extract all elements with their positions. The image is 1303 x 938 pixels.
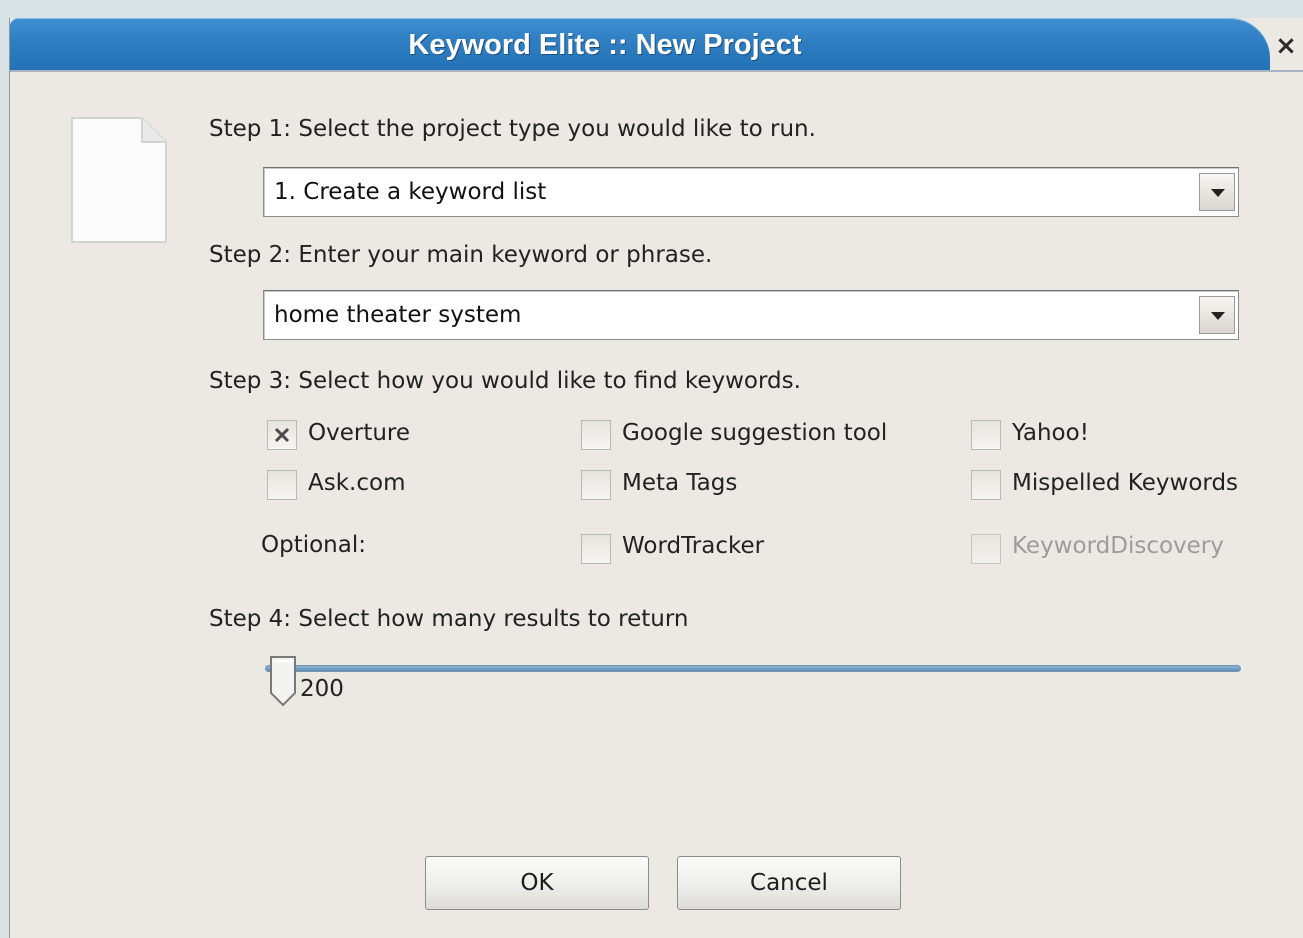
google-suggestion-label: Google suggestion tool: [622, 420, 888, 446]
title-bar-divider: [10, 70, 1303, 72]
step3-label: Step 3: Select how you would like to fin…: [209, 368, 801, 394]
yahoo-label: Yahoo!: [1012, 420, 1089, 446]
yahoo-checkbox[interactable]: [971, 420, 1001, 450]
optional-label: Optional:: [261, 532, 366, 558]
title-bar: Keyword Elite :: New Project: [10, 18, 1270, 70]
wordtracker-label: WordTracker: [622, 533, 765, 559]
wordtracker-checkbox[interactable]: [581, 534, 611, 564]
chevron-down-icon: [1211, 312, 1225, 320]
overture-checkbox[interactable]: [267, 420, 297, 450]
chevron-down-icon: [1211, 189, 1225, 197]
keyworddiscovery-checkbox[interactable]: [971, 534, 1001, 564]
mispelled-keywords-label: Mispelled Keywords: [1012, 470, 1239, 496]
ask-checkbox[interactable]: [267, 470, 297, 500]
ask-label: Ask.com: [308, 470, 406, 496]
project-type-value: 1. Create a keyword list: [274, 179, 547, 205]
close-button[interactable]: ×: [1268, 30, 1303, 62]
document-icon: [70, 116, 168, 244]
keyword-input[interactable]: home theater system: [263, 290, 1239, 340]
x-mark-icon: [274, 427, 290, 443]
step4-label: Step 4: Select how many results to retur…: [209, 606, 689, 632]
mispelled-keywords-checkbox[interactable]: [971, 470, 1001, 500]
keyworddiscovery-label: KeywordDiscovery: [1012, 533, 1224, 559]
new-project-dialog: Keyword Elite :: New Project × Step 1: S…: [9, 18, 1303, 938]
results-count: 200: [300, 676, 344, 702]
keyword-dropdown-button[interactable]: [1199, 296, 1235, 334]
ok-button[interactable]: OK: [425, 856, 649, 910]
meta-tags-checkbox[interactable]: [581, 470, 611, 500]
cancel-button[interactable]: Cancel: [677, 856, 901, 910]
keyword-value: home theater system: [274, 302, 522, 328]
project-type-select[interactable]: 1. Create a keyword list: [263, 167, 1239, 217]
window-title: Keyword Elite :: New Project: [408, 29, 802, 61]
results-slider-thumb[interactable]: [268, 655, 298, 707]
step2-label: Step 2: Enter your main keyword or phras…: [209, 242, 713, 268]
step1-label: Step 1: Select the project type you woul…: [209, 116, 816, 142]
results-slider-track[interactable]: [265, 665, 1241, 672]
google-suggestion-checkbox[interactable]: [581, 420, 611, 450]
overture-label: Overture: [308, 420, 411, 446]
meta-tags-label: Meta Tags: [622, 470, 738, 496]
project-type-dropdown-button[interactable]: [1199, 173, 1235, 211]
